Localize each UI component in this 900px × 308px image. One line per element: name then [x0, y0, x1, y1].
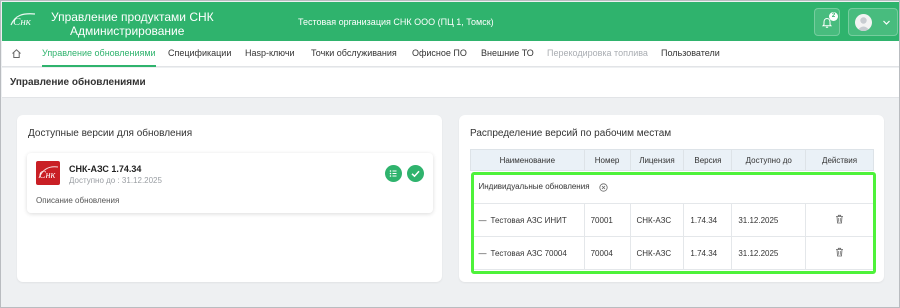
available-versions-card: Доступные версии для обновления Снк СНК-… [17, 115, 442, 282]
nav-item-users[interactable]: Пользователи [661, 41, 720, 67]
page-header: Управление обновлениями [2, 68, 899, 98]
list-icon [389, 170, 397, 177]
app-window: Снк Управление продуктами СНК Администри… [0, 0, 900, 308]
nav-item-hasp-keys[interactable]: Hasp-ключи [245, 41, 295, 67]
nav-item-updates[interactable]: Управление обновлениями [42, 41, 156, 67]
svg-text:Снк: Снк [13, 16, 32, 28]
snk-azs-logo: Снк [36, 161, 60, 185]
column-header-name[interactable]: Наименование [470, 149, 585, 171]
column-header-license[interactable]: Лицензия [629, 149, 685, 171]
svg-text:Снк: Снк [39, 170, 56, 181]
nav-item-service-points[interactable]: Точки обслуживания [311, 41, 397, 67]
notifications-count-badge: 2 [829, 12, 838, 21]
app-title-line2: Администрирование [70, 24, 185, 38]
user-avatar-icon [855, 14, 872, 31]
column-header-available-until[interactable]: Доступно до [731, 149, 807, 171]
version-description: Описание обновления [36, 196, 120, 205]
version-item[interactable]: Снк СНК-АЗС 1.74.34 Доступно до : 31.12.… [27, 153, 433, 213]
nav-item-external-to[interactable]: Внешние ТО [481, 41, 534, 67]
notifications-button[interactable]: 2 [814, 8, 840, 36]
distribution-title: Распределение версий по рабочим местам [470, 128, 672, 139]
user-menu-button[interactable] [848, 8, 898, 36]
column-header-actions: Действия [805, 149, 874, 171]
nav-item-office-software[interactable]: Офисное ПО [412, 41, 467, 67]
nav-item-fuel-recoding: Перекодировка топлива [547, 48, 648, 58]
app-title: Управление продуктами СНК Администрирова… [51, 10, 214, 38]
table-header-row: Наименование Номер Лицензия Версия Досту… [470, 149, 874, 171]
version-available-until: Доступно до : 31.12.2025 [69, 176, 162, 185]
top-header: Снк Управление продуктами СНК Администри… [2, 2, 899, 41]
version-name: СНК-АЗС 1.74.34 [69, 164, 142, 174]
highlight-box [471, 172, 876, 274]
column-header-version[interactable]: Версия [683, 149, 733, 171]
page-title: Управление обновлениями [10, 77, 146, 88]
column-header-number[interactable]: Номер [583, 149, 631, 171]
snk-logo[interactable]: Снк [9, 11, 37, 29]
chevron-down-icon [883, 20, 890, 25]
organization-name: Тестовая организация СНК ООО (ПЦ 1, Томс… [298, 17, 494, 27]
version-apply-button[interactable] [407, 165, 424, 182]
version-details-button[interactable] [385, 165, 402, 182]
main-nav: Управление обновлениями Спецификации Has… [2, 41, 899, 67]
app-title-line1: Управление продуктами СНК [51, 10, 214, 24]
check-icon [411, 170, 420, 178]
nav-item-specifications[interactable]: Спецификации [168, 41, 231, 67]
home-icon[interactable] [11, 48, 22, 59]
available-versions-title: Доступные версии для обновления [28, 128, 193, 139]
